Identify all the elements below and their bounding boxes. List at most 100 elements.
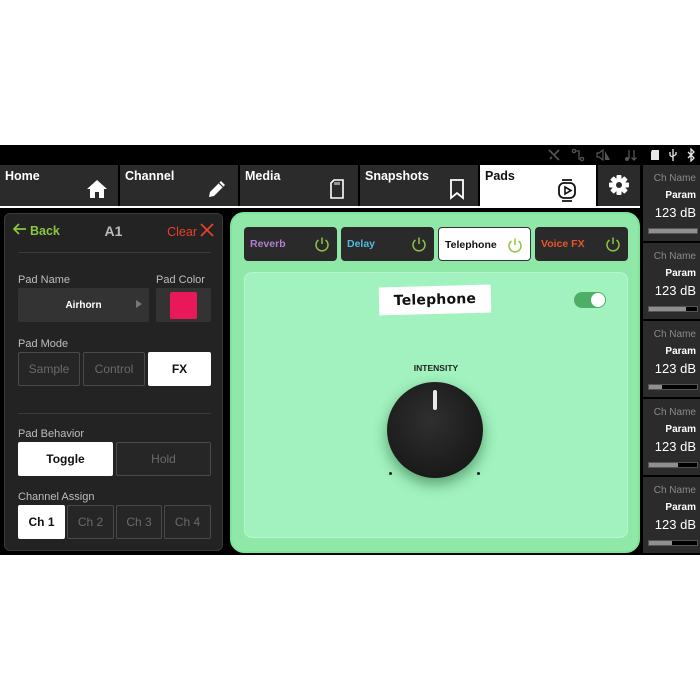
power-icon[interactable] — [507, 237, 523, 253]
channel-value: 123 dB — [654, 517, 696, 532]
routing-icon — [571, 148, 585, 162]
fx-tab-telephone[interactable]: Telephone — [438, 227, 531, 261]
channel-value: 123 dB — [654, 361, 696, 376]
pad-mode-label: Pad Mode — [18, 338, 69, 350]
channel-item[interactable]: Ch Name Param 123 dB — [643, 243, 700, 319]
fx-tab-label: Delay — [347, 238, 376, 250]
fx-tab-reverb[interactable]: Reverb — [244, 227, 337, 261]
pad-mode-control-button[interactable]: Control — [83, 352, 145, 386]
channel-name: Ch Name — [653, 173, 696, 184]
nav-tab-home[interactable]: Home — [0, 165, 118, 206]
fx-tab-label: Reverb — [250, 238, 286, 250]
back-label: Back — [30, 223, 60, 238]
power-icon[interactable] — [314, 236, 330, 252]
fx-tab-label: Telephone — [445, 239, 497, 251]
channel-name: Ch Name — [653, 485, 696, 496]
pad-name-field[interactable]: Airhorn — [18, 288, 149, 322]
channel-assign-label: Channel Assign — [18, 491, 95, 503]
chevron-right-icon — [136, 300, 142, 311]
power-icon[interactable] — [605, 236, 621, 252]
divider — [18, 252, 211, 253]
channel-name: Ch Name — [653, 251, 696, 262]
fx-control-area: Telephone INTENSITY — [244, 272, 628, 538]
fx-enable-toggle[interactable] — [574, 292, 606, 308]
arrow-left-icon — [12, 223, 27, 238]
channel-item[interactable]: Ch Name Param 123 dB — [643, 477, 700, 553]
knob-max-tick — [477, 472, 480, 475]
top-navigation: Home Channel Media Snapshots Pads — [0, 165, 642, 208]
pad-color-field[interactable] — [156, 288, 211, 322]
channel-value: 123 dB — [654, 205, 696, 220]
channel-param: Param — [665, 268, 696, 279]
pad-mode-sample-button[interactable]: Sample — [18, 352, 80, 386]
channel-item[interactable]: Ch Name Param 123 dB — [643, 399, 700, 475]
pad-color-swatch — [170, 291, 197, 319]
home-icon — [86, 178, 108, 200]
channel-strip: Ch Name Param 123 dB Ch Name Param 123 d… — [642, 165, 700, 555]
level-meter-fill — [649, 385, 663, 389]
knob-pointer — [433, 390, 437, 410]
nav-tab-label: Home — [5, 169, 40, 183]
back-button[interactable]: Back — [12, 223, 60, 238]
channel-assign-ch2-button[interactable]: Ch 2 — [67, 505, 114, 539]
channel-value: 123 dB — [654, 283, 696, 298]
nav-underline — [0, 206, 640, 208]
fx-tab-voice-fx[interactable]: Voice FX — [535, 227, 628, 261]
level-meter-fill — [649, 541, 673, 545]
settings-button[interactable] — [598, 165, 640, 206]
level-meter — [648, 384, 698, 390]
level-meter-fill — [649, 229, 697, 233]
level-meter — [648, 228, 698, 234]
channel-param: Param — [665, 424, 696, 435]
fx-title-label: Telephone — [378, 284, 492, 316]
clear-button[interactable]: Clear — [167, 223, 214, 240]
pad-name-value: Airhorn — [65, 299, 102, 311]
level-meter-fill — [649, 463, 678, 467]
clear-label: Clear — [167, 224, 197, 239]
channel-param: Param — [665, 190, 696, 201]
usb-icon — [666, 148, 680, 162]
fx-tab-delay[interactable]: Delay — [341, 227, 434, 261]
intensity-knob[interactable] — [387, 382, 483, 478]
bluetooth-icon — [684, 147, 698, 163]
mixer-screen: Home Channel Media Snapshots Pads Back A… — [0, 145, 700, 555]
nav-tab-label: Media — [245, 169, 281, 183]
channel-item[interactable]: Ch Name Param 123 dB — [643, 321, 700, 397]
nav-tab-pads[interactable]: Pads — [480, 165, 596, 206]
pad-behavior-hold-button[interactable]: Hold — [116, 442, 211, 476]
level-meter — [648, 306, 698, 312]
knob-min-tick — [389, 472, 392, 475]
pad-mode-fx-button[interactable]: FX — [148, 352, 211, 386]
intensity-label: INTENSITY — [413, 363, 459, 373]
channel-assign-ch4-button[interactable]: Ch 4 — [164, 505, 211, 539]
gear-icon — [608, 174, 630, 201]
power-icon[interactable] — [411, 236, 427, 252]
channel-value: 123 dB — [654, 439, 696, 454]
level-meter — [648, 462, 698, 468]
pad-editor-panel: Back A1 Clear Pad Name Pad Color Airhorn… — [4, 213, 223, 551]
nav-tab-channel[interactable]: Channel — [120, 165, 238, 206]
channel-param: Param — [665, 346, 696, 357]
pad-behavior-toggle-button[interactable]: Toggle — [18, 442, 113, 476]
audio-down-icon — [624, 148, 638, 162]
divider — [18, 413, 211, 414]
channel-param: Param — [665, 502, 696, 513]
pencil-icon — [206, 178, 228, 200]
channel-name: Ch Name — [653, 329, 696, 340]
toggle-thumb — [591, 293, 605, 307]
sd-card-icon — [648, 148, 662, 162]
no-network-icon — [547, 148, 561, 162]
pad-editor-header: Back A1 Clear — [5, 214, 222, 252]
pad-play-icon — [556, 178, 578, 202]
channel-item[interactable]: Ch Name Param 123 dB — [643, 165, 700, 241]
nav-tab-media[interactable]: Media — [240, 165, 358, 206]
channel-assign-ch1-button[interactable]: Ch 1 — [18, 505, 65, 539]
nav-tab-label: Pads — [485, 169, 515, 183]
nav-tab-label: Snapshots — [365, 169, 429, 183]
level-meter — [648, 540, 698, 546]
bookmark-icon — [446, 178, 468, 200]
nav-tab-snapshots[interactable]: Snapshots — [360, 165, 478, 206]
channel-name: Ch Name — [653, 407, 696, 418]
channel-assign-ch3-button[interactable]: Ch 3 — [116, 505, 162, 539]
pad-behavior-label: Pad Behavior — [18, 428, 85, 440]
